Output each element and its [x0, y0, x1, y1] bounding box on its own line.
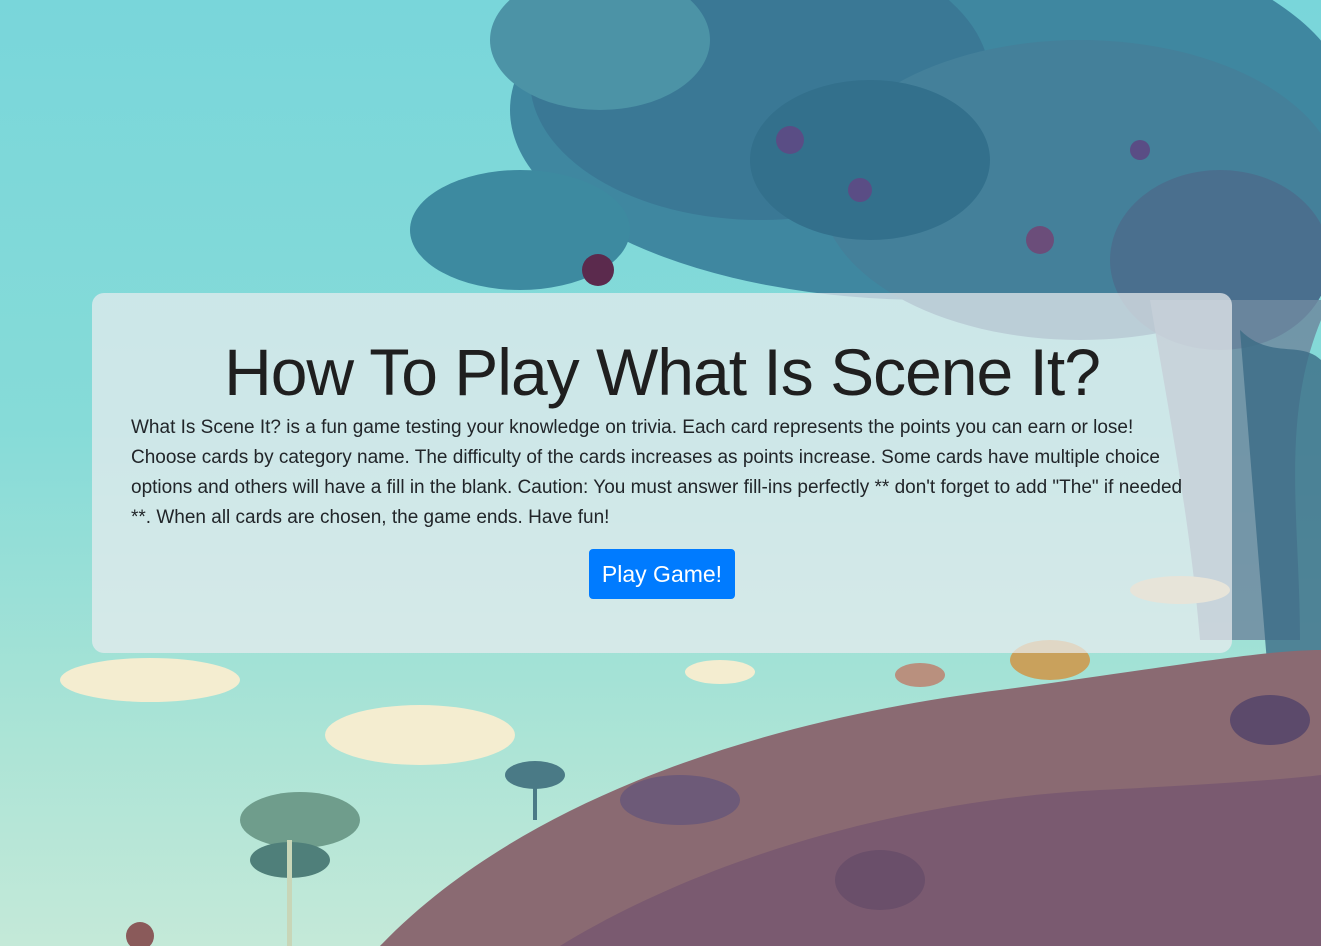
hill	[380, 650, 1321, 946]
clouds	[60, 658, 755, 765]
page-title: How To Play What Is Scene It?	[224, 335, 1101, 409]
button-row: Play Game!	[131, 549, 1193, 599]
play-game-button[interactable]: Play Game!	[588, 549, 736, 599]
how-to-play-panel: How To Play What Is Scene It? What Is Sc…	[92, 293, 1232, 653]
game-description: What Is Scene It? is a fun game testing …	[131, 417, 1183, 528]
